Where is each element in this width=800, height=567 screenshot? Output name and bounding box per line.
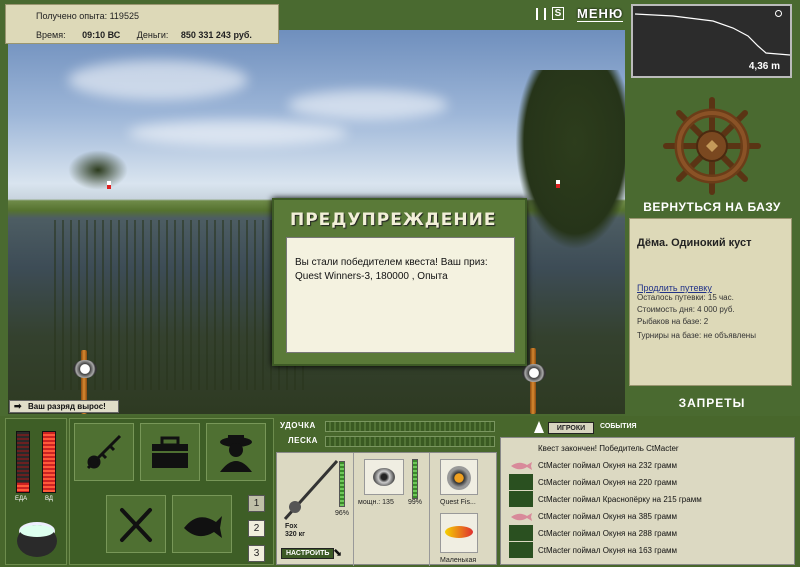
perch-icon (511, 513, 532, 521)
menu-button[interactable]: МЕНЮ (577, 6, 624, 22)
pot-icon[interactable] (12, 511, 62, 559)
ship-wheel-icon[interactable] (662, 96, 762, 196)
setup-button[interactable]: НАСТРОИТЬ (281, 548, 335, 559)
vd-gauge (42, 431, 56, 493)
time-value: 09:10 ВС (82, 30, 121, 40)
tacklebox-icon (152, 436, 188, 468)
xp-value: 119525 (109, 11, 139, 21)
tackle-panel: 96% Fox 320 кг НАСТРОИТЬ ⬊ мощн.: 135 99… (276, 452, 498, 566)
time-label: Время: (36, 30, 66, 40)
money-value: 850 331 243 руб. (180, 30, 252, 40)
lure2-name: Маленькая (440, 557, 477, 564)
cloud (68, 60, 248, 100)
actions-panel (69, 418, 274, 565)
arrow-up-icon[interactable] (534, 421, 544, 433)
cloud (128, 120, 348, 146)
extend-permit-link[interactable]: Продлить путевку (637, 283, 784, 293)
rods-tile[interactable] (74, 423, 134, 481)
tab-players[interactable]: ИГРОКИ (548, 422, 594, 434)
reel-item-icon (364, 459, 404, 495)
lure1-name: Quest Fis... (440, 499, 476, 506)
slot-button-3[interactable]: 3 (248, 545, 265, 562)
resize-arrow-icon[interactable]: ⬊ (333, 546, 342, 559)
chat-message: CtMacter поймал Окуня на 220 грамм (538, 478, 678, 487)
slot-button-2[interactable]: 2 (248, 520, 265, 537)
reel-condition-bar (412, 459, 418, 499)
info-line: Рыбаков на базе: 2 (637, 317, 709, 326)
bans-button[interactable]: ЗАПРЕТЫ (632, 396, 792, 410)
rod-weight: 320 кг (285, 531, 306, 538)
status-panel: Получено опыта: 119525 Время: 09:10 ВС Д… (5, 4, 279, 44)
gauges-panel: ЕДА ВД (5, 418, 67, 565)
chat-message: CtMacter поймал Окуня на 385 грамм (538, 512, 678, 521)
rod-slot[interactable]: 96% Fox 320 кг НАСТРОИТЬ ⬊ (277, 453, 354, 566)
rod-item-icon (283, 459, 339, 521)
float-left[interactable] (107, 181, 111, 189)
cloud (288, 90, 448, 120)
perch-icon (511, 462, 532, 470)
warning-dialog: ПРЕДУПРЕЖДЕНИЕ Вы стали победителем квес… (272, 198, 527, 366)
marker-icon (775, 10, 782, 17)
lure-slot[interactable]: Quest Fis... Маленькая (430, 453, 498, 566)
location-title: Дёма. Одинокий куст (637, 237, 752, 249)
rank-notice: Ваш разряд вырос! (9, 400, 119, 413)
line-strength-bar (325, 436, 495, 447)
return-to-base-button[interactable]: ВЕРНУТЬСЯ НА БАЗУ (632, 200, 792, 214)
rod-strength-bar (325, 421, 495, 432)
food-label: ЕДА (15, 496, 28, 502)
reel-right-icon (522, 364, 546, 382)
rod-strength-label: УДОЧКА (280, 421, 316, 430)
tree (515, 70, 625, 250)
chat-log[interactable]: Квест закончен! Победитель CtMacter CtMa… (500, 437, 795, 565)
reel-condition: 99% (408, 499, 423, 506)
vd-label: ВД (45, 496, 53, 502)
pause-icon[interactable] (536, 8, 546, 20)
xp-label: Получено опыта: (36, 11, 108, 21)
chat-message: CtMacter поймал Окуня на 232 грамм (538, 461, 678, 470)
food-gauge (16, 431, 30, 493)
fish-icon (184, 516, 222, 538)
reel-slot[interactable]: мощн.: 135 99% (354, 453, 430, 566)
fish-icon (509, 491, 533, 507)
slot-button-1[interactable]: 1 (248, 495, 265, 512)
warning-message: Вы стали победителем квеста! Ваш приз: Q… (286, 237, 515, 353)
chat-message: CtMacter поймал Окуня на 163 грамм (538, 546, 678, 555)
lure1-icon (440, 459, 478, 495)
rod-condition: 96% (335, 510, 350, 517)
money-label: Деньги: (136, 30, 169, 40)
chat-message: Квест закончен! Победитель CtMacter (538, 444, 679, 453)
info-line: Осталось путевки: 15 час. (637, 293, 734, 302)
float-right[interactable] (556, 180, 560, 188)
warning-title: ПРЕДУПРЕЖДЕНИЕ (290, 210, 497, 230)
sound-icon[interactable]: S (552, 7, 564, 20)
reel-power: мощн.: 135 (358, 499, 394, 506)
base-info-panel: Дёма. Одинокий куст Продлить путевку Ост… (629, 218, 792, 386)
rod-condition-bar (339, 461, 345, 507)
lure2-icon (440, 513, 478, 553)
fish-icon (509, 474, 533, 490)
info-line: Стоимость дня: 4 000 руб. (637, 305, 735, 314)
chat-message: CtMacter поймал Окуня на 288 грамм (538, 529, 678, 538)
info-line: Турниры на базе: не объявлены (637, 331, 756, 340)
fork-knife-icon (120, 508, 152, 542)
depth-value: 4,36 m (748, 61, 780, 72)
tacklebox-tile[interactable] (140, 423, 200, 481)
depth-graph: 4,36 m (631, 4, 792, 78)
catch-tile[interactable] (172, 495, 232, 553)
chat-message: CtMacter поймал Краснопёрку на 215 грамм (538, 495, 702, 504)
fisherman-icon (220, 435, 252, 472)
food-tile[interactable] (106, 495, 166, 553)
rod-icon (86, 434, 122, 470)
fish-icon (509, 542, 533, 558)
fish-icon (509, 525, 533, 541)
tree (68, 150, 128, 190)
reel-left-icon (73, 360, 97, 378)
tab-events[interactable]: СОБЫТИЯ (600, 423, 637, 430)
line-strength-label: ЛЕСКА (288, 436, 318, 445)
fisherman-tile[interactable] (206, 423, 266, 481)
rod-name: Fox (285, 523, 298, 530)
